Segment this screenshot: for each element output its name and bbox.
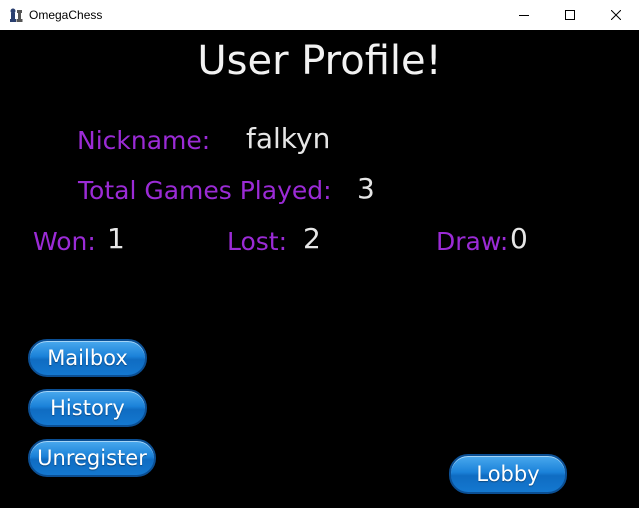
maximize-button[interactable]: [547, 0, 593, 30]
nickname-label: Nickname:: [77, 126, 211, 155]
title-bar[interactable]: OmegaChess: [0, 0, 639, 30]
window-title: OmegaChess: [29, 8, 103, 22]
nickname-value: falkyn: [246, 122, 331, 155]
close-button[interactable]: [593, 0, 639, 30]
won-value: 1: [107, 222, 125, 255]
minimize-icon: [519, 15, 529, 16]
close-icon: [611, 10, 621, 20]
lost-value: 2: [303, 222, 321, 255]
total-games-label: Total Games Played:: [78, 176, 332, 205]
won-label: Won:: [33, 227, 96, 256]
mailbox-button[interactable]: Mailbox: [28, 339, 147, 377]
lost-label: Lost:: [227, 227, 288, 256]
maximize-icon: [565, 10, 575, 20]
profile-panel: User Profile! Nickname: falkyn Total Gam…: [0, 30, 639, 508]
unregister-button[interactable]: Unregister: [28, 439, 156, 477]
draw-value: 0: [510, 222, 528, 255]
page-title: User Profile!: [197, 38, 442, 84]
chess-pieces-icon: [10, 8, 23, 22]
lobby-button[interactable]: Lobby: [449, 454, 567, 494]
minimize-button[interactable]: [501, 0, 547, 30]
draw-label: Draw:: [436, 227, 509, 256]
total-games-value: 3: [357, 172, 375, 205]
history-button[interactable]: History: [28, 389, 147, 427]
app-window: OmegaChess User Profile! Nickname: falky…: [0, 0, 639, 508]
